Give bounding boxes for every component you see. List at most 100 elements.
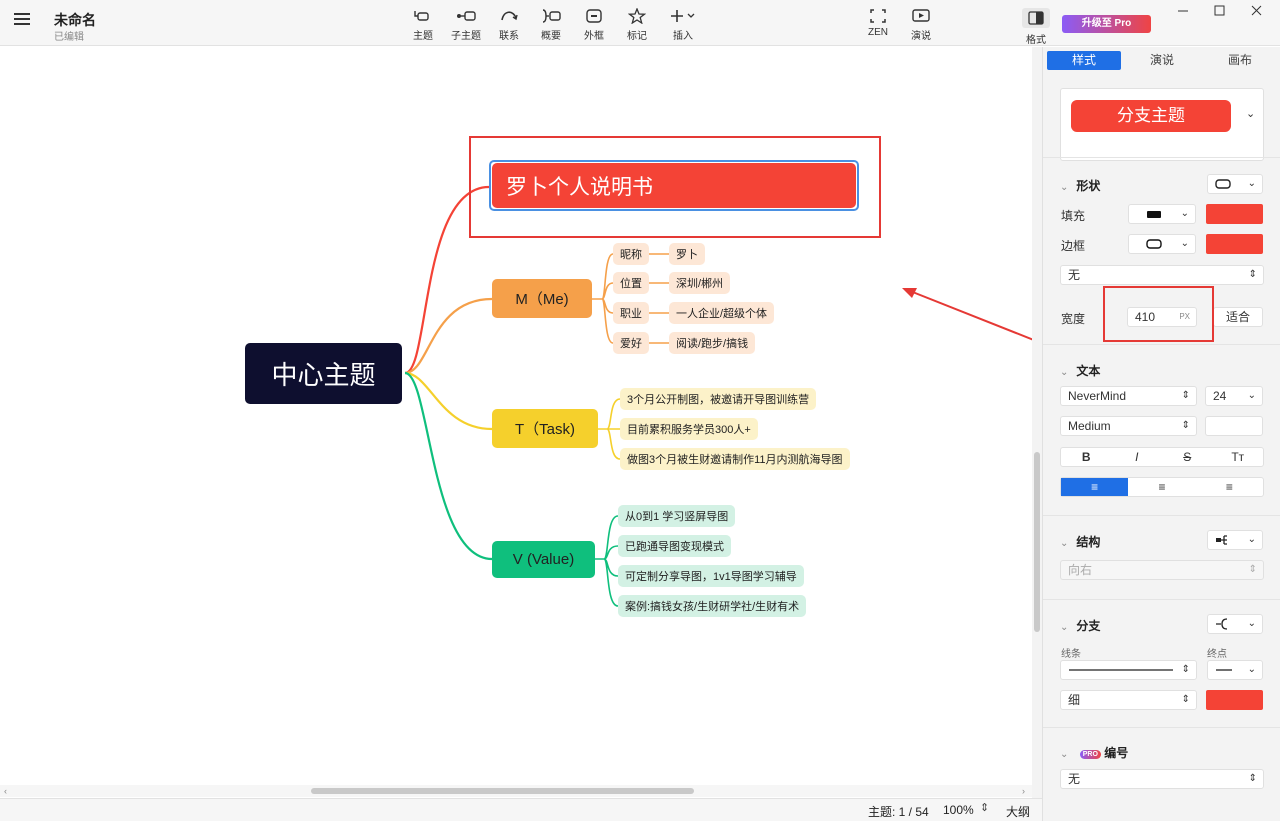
zoom-level[interactable]: 100% (943, 803, 974, 817)
marker-button[interactable]: 标记 (617, 6, 657, 42)
boundary-button[interactable]: 外框 (574, 6, 614, 42)
tab-canvas[interactable]: 画布 (1203, 51, 1277, 70)
stepper-arrows-icon: ⇕ (1181, 390, 1190, 401)
tab-present[interactable]: 演说 (1125, 51, 1199, 70)
top-toolbar: 未命名 已编辑 主题 子主题 联系 概要 外框 标记 插入 ZEN 演说 格式 … (0, 0, 1280, 46)
insert-button[interactable]: 插入 (663, 6, 703, 42)
branch-m-node[interactable]: M（Me) (492, 279, 592, 318)
shadow-select[interactable]: 无 ⇕ (1060, 265, 1264, 285)
line-style-select[interactable]: ⇕ (1060, 660, 1197, 680)
hamburger-menu-icon[interactable] (14, 12, 38, 34)
stepper-arrows-icon: ⇕ (1181, 420, 1190, 431)
tab-style[interactable]: 样式 (1047, 51, 1121, 70)
vertical-scrollbar[interactable] (1032, 47, 1042, 799)
text-section-header[interactable]: ⌄ 文本 (1060, 362, 1100, 379)
fill-style-select[interactable]: ⌄ (1128, 204, 1196, 224)
fit-width-button[interactable]: 适合 (1213, 307, 1263, 327)
zoom-stepper-icon[interactable]: ⇕ (980, 801, 989, 814)
structure-section-header[interactable]: ⌄ 结构 (1060, 533, 1100, 550)
structure-select[interactable]: ⌄ (1207, 530, 1263, 550)
play-screen-icon (912, 9, 930, 22)
branch-section-header[interactable]: ⌄ 分支 (1060, 617, 1100, 634)
align-right-icon[interactable]: ≡ (1196, 478, 1263, 496)
maximize-icon[interactable] (1209, 4, 1231, 18)
border-color-swatch[interactable] (1206, 234, 1263, 254)
m-value-4[interactable]: 阅读/跑步/搞钱 (669, 332, 756, 354)
branch-style-select[interactable]: ⌄ (1207, 614, 1263, 634)
direction-select[interactable]: 向右 ⇕ (1060, 560, 1264, 580)
bold-button[interactable]: B (1061, 448, 1112, 466)
topic-button[interactable]: 主题 (403, 6, 443, 42)
zen-fullscreen-icon (870, 9, 886, 23)
vertical-scroll-thumb[interactable] (1034, 452, 1040, 632)
format-panel: 样式 演说 画布 分支主题 ⌄ ⌄ 形状 ⌄ 填充 ⌄ 边框 ⌄ 无 ⇕ 宽度 41… (1042, 47, 1280, 821)
m-key-4[interactable]: 爱好 (613, 332, 649, 354)
minimize-icon[interactable] (1172, 4, 1194, 18)
relation-button[interactable]: 联系 (489, 6, 529, 42)
divider (1043, 727, 1280, 728)
m-value-2[interactable]: 深圳/郴州 (669, 272, 731, 294)
m-value-3[interactable]: 一人企业/超级个体 (669, 302, 775, 324)
text-color-swatch[interactable] (1205, 416, 1263, 436)
document-title[interactable]: 未命名 (54, 10, 96, 30)
font-size-select[interactable]: 24 ⌄ (1205, 386, 1263, 406)
scroll-right-icon[interactable]: › (1022, 786, 1025, 796)
fill-color-swatch[interactable] (1206, 204, 1263, 224)
shape-select[interactable]: ⌄ (1207, 174, 1263, 194)
numbering-select[interactable]: 无 ⇕ (1060, 769, 1264, 789)
t-item-1[interactable]: 3个月公开制图，被邀请开导图训练营 (620, 388, 817, 410)
branch-color-swatch[interactable] (1206, 690, 1263, 710)
document-status: 已编辑 (54, 32, 84, 43)
collapse-chevron-icon: ⌄ (1060, 367, 1069, 378)
m-key-2[interactable]: 位置 (613, 272, 649, 294)
line-thickness-select[interactable]: 细 ⇕ (1060, 690, 1197, 710)
t-item-2[interactable]: 目前累积服务学员300人+ (620, 418, 758, 440)
horizontal-scroll-thumb[interactable] (311, 788, 694, 794)
border-style-select[interactable]: ⌄ (1128, 234, 1196, 254)
v-item-4[interactable]: 案例:搞钱女孩/生财研学社/生财有术 (618, 595, 807, 617)
shape-section-header[interactable]: ⌄ 形状 (1060, 177, 1100, 194)
panel-tabs: 样式 演说 画布 (1045, 51, 1279, 71)
upgrade-pro-button[interactable]: 升级至 Pro (1062, 15, 1151, 33)
boundary-icon (586, 9, 602, 23)
width-label: 宽度 (1061, 312, 1086, 326)
subtopic-button[interactable]: 子主题 (446, 6, 486, 42)
divider (1043, 515, 1280, 516)
end-style-select[interactable]: ⌄ (1207, 660, 1263, 680)
m-key-1[interactable]: 昵称 (613, 243, 649, 265)
t-item-3[interactable]: 做图3个月被生财邀请制作11月内测航海导图 (620, 448, 850, 470)
preview-dropdown-icon[interactable]: ⌄ (1246, 107, 1255, 120)
format-button[interactable]: 格式 (1016, 6, 1056, 46)
numbering-section-header[interactable]: ⌄ PRO 编号 (1060, 744, 1128, 761)
outline-button[interactable]: 大纲 (1006, 803, 1030, 820)
horizontal-scrollbar[interactable]: ‹ › (0, 785, 1032, 797)
scroll-left-icon[interactable]: ‹ (4, 786, 7, 796)
divider (1043, 344, 1280, 345)
central-topic[interactable]: 中心主题 (245, 343, 402, 404)
zen-button[interactable]: ZEN (858, 6, 898, 42)
m-value-1[interactable]: 罗卜 (669, 243, 705, 265)
right-tree-structure-icon (1216, 535, 1227, 545)
present-button[interactable]: 演说 (901, 6, 941, 42)
topic-counter: 主题: 1 / 54 (868, 805, 929, 819)
font-weight-select[interactable]: Medium ⇕ (1060, 416, 1197, 436)
close-window-icon[interactable] (1246, 4, 1268, 18)
v-item-1[interactable]: 从0到1 学习竖屏导图 (618, 505, 736, 527)
annotation-red-frame (469, 136, 881, 238)
annotation-arrow (904, 288, 1032, 341)
branch-v-node[interactable]: V (Value) (492, 541, 595, 578)
align-left-icon[interactable]: ≡ (1061, 478, 1129, 496)
branch-t-node[interactable]: T（Task) (492, 409, 598, 448)
font-family-select[interactable]: NeverMind ⇕ (1060, 386, 1197, 406)
stepper-arrows-icon: ⇕ (1248, 564, 1257, 575)
v-item-3[interactable]: 可定制分享导图，1v1导图学习辅导 (618, 565, 804, 587)
text-case-button[interactable]: Tт (1213, 448, 1264, 466)
v-item-2[interactable]: 已跑通导图变现模式 (618, 535, 731, 557)
m-key-3[interactable]: 职业 (613, 302, 649, 324)
italic-button[interactable]: I (1112, 448, 1163, 466)
style-preview-card[interactable]: 分支主题 ⌄ (1060, 88, 1264, 161)
strikethrough-button[interactable]: S (1162, 448, 1213, 466)
align-center-icon[interactable]: ≡ (1128, 478, 1195, 496)
summary-button[interactable]: 概要 (531, 6, 571, 42)
mindmap-canvas[interactable]: 中心主题 罗卜个人说明书 M（Me) T（Task) V (Value) 昵称 … (0, 47, 1032, 799)
